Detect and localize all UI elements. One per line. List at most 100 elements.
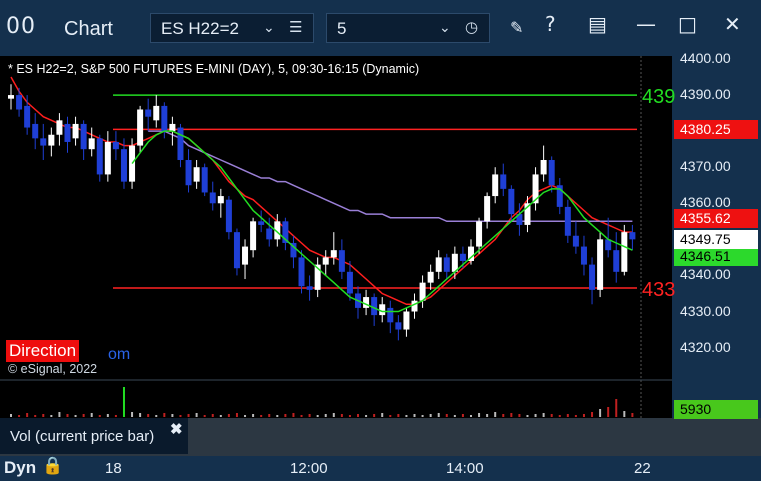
candle-body <box>169 123 176 132</box>
candle-body <box>411 300 418 312</box>
volume-bar <box>550 414 553 417</box>
price-tick-label: 4340.00 <box>680 266 731 283</box>
volume-bar <box>106 414 109 417</box>
candle-body <box>185 160 192 186</box>
candle-body <box>338 250 345 272</box>
volume-bar <box>542 413 545 417</box>
price-tick-label: 4330.00 <box>680 302 731 319</box>
candle-body <box>129 145 136 182</box>
price-tick-label: 4360.00 <box>680 194 731 211</box>
volume-bar <box>66 414 69 417</box>
volume-bar <box>235 413 238 417</box>
candle-body <box>217 196 224 204</box>
candle-body <box>580 246 587 265</box>
time-tick-label: 12:00 <box>290 460 328 477</box>
volume-bar <box>332 413 335 417</box>
candle-body <box>193 167 200 182</box>
candle-body <box>484 196 491 222</box>
volume-bar <box>558 415 561 417</box>
candle-body <box>120 149 127 182</box>
candle-body <box>48 134 55 146</box>
candle-body <box>564 206 571 236</box>
volume-bar <box>308 414 311 417</box>
volume-bar <box>98 415 101 417</box>
volume-bar <box>397 414 400 417</box>
volume-bar <box>405 415 408 417</box>
volume-bar <box>227 414 230 417</box>
time-tick-label: 18 <box>105 460 122 477</box>
price-tick-label: 4370.00 <box>680 158 731 175</box>
volume-bar <box>114 415 117 417</box>
candle-body <box>258 221 265 225</box>
volume-bar <box>340 414 343 417</box>
candle-body <box>40 138 47 146</box>
volume-bar <box>284 414 287 417</box>
volume-bar <box>591 412 594 417</box>
volume-bar <box>478 413 481 417</box>
candle-body <box>161 105 168 132</box>
candle-body <box>330 250 337 258</box>
volume-bar <box>74 415 77 417</box>
volume-bar <box>357 414 360 417</box>
volume-bar <box>34 415 37 417</box>
candle-body <box>225 199 232 233</box>
volume-bar <box>211 414 214 417</box>
candle-body <box>540 160 547 175</box>
volume-bar <box>122 387 125 417</box>
candle-body <box>298 257 305 287</box>
volume-bar <box>50 415 53 417</box>
volume-bar <box>187 414 190 417</box>
candle-body <box>177 127 184 160</box>
candle-body <box>363 297 370 308</box>
horizontal-line-label: 433 <box>642 279 675 301</box>
volume-bar <box>292 413 295 417</box>
volume-bar <box>324 414 327 417</box>
volume-bar <box>526 415 529 417</box>
candle-body <box>233 232 240 269</box>
candle-body <box>459 253 466 261</box>
volume-bar <box>147 414 150 417</box>
volume-bar <box>502 414 505 417</box>
candle-body <box>500 174 507 189</box>
candle-body <box>250 221 257 251</box>
candle-body <box>72 123 79 139</box>
candle-body <box>346 271 353 294</box>
candle-body <box>443 257 450 272</box>
volume-bar <box>607 407 610 417</box>
direction-tail-text: om <box>108 346 131 363</box>
volume-bar <box>244 415 247 417</box>
volume-bar <box>300 415 303 417</box>
candle-body <box>201 167 208 193</box>
volume-bar <box>615 399 618 417</box>
volume-bar <box>139 413 142 417</box>
candle-body <box>96 138 103 175</box>
candle-body <box>242 246 249 265</box>
candle-body <box>56 120 63 135</box>
volume-bar <box>365 415 368 417</box>
volume-bar <box>373 414 376 417</box>
volume-bar <box>82 414 85 417</box>
time-tick-label: 22 <box>634 460 651 477</box>
candle-body <box>613 250 620 272</box>
candle-body <box>387 307 394 323</box>
volume-bar <box>469 415 472 417</box>
volume-bar <box>171 414 174 417</box>
volume-bar <box>26 413 29 417</box>
volume-bar <box>131 412 134 417</box>
candle-body <box>322 257 329 265</box>
price-tag: 4346.51 <box>674 246 758 266</box>
volume-bar <box>574 415 577 417</box>
candle-body <box>508 188 515 215</box>
volume-bar <box>381 413 384 417</box>
volume-bar <box>486 414 489 417</box>
volume-bar <box>421 415 424 417</box>
candle-body <box>145 109 152 117</box>
volume-bar <box>179 415 182 417</box>
volume-bar <box>445 414 448 417</box>
volume-bar <box>10 414 12 417</box>
candle-body <box>629 232 636 240</box>
candle-body <box>112 141 119 150</box>
candle-body <box>209 192 216 204</box>
candle-body <box>24 105 31 128</box>
candle-body <box>589 264 596 290</box>
